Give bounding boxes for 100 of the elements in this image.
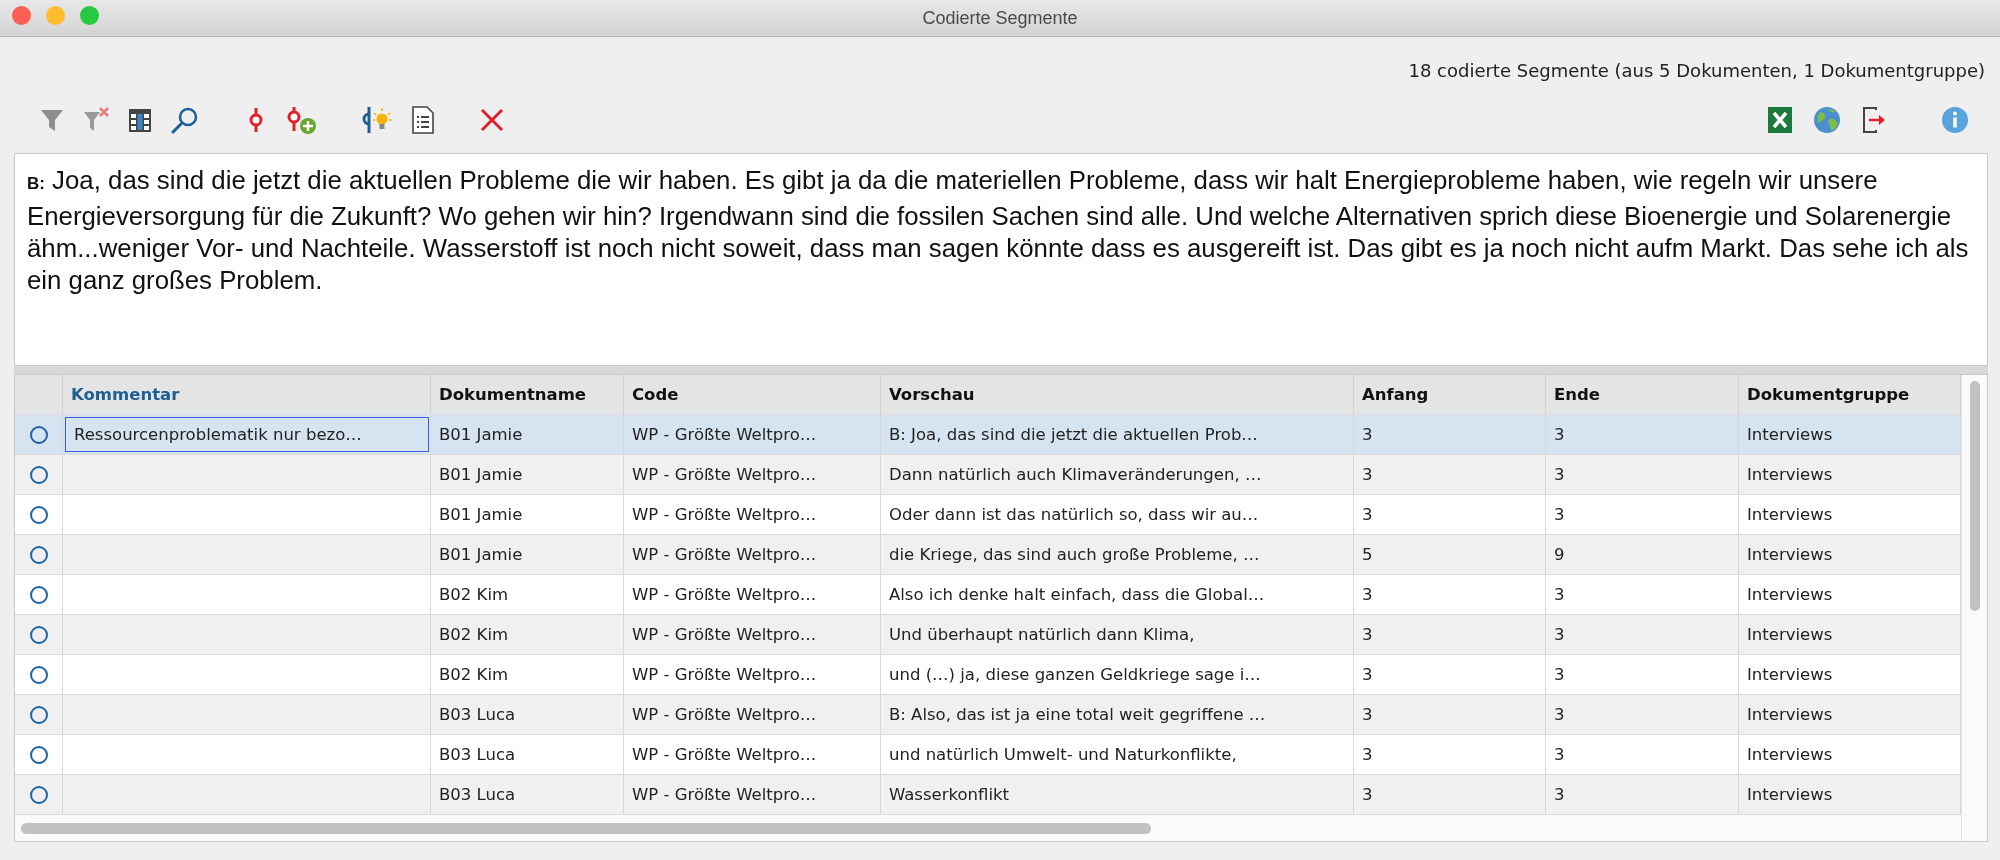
table-cell: WP - Größte Weltpro… (632, 745, 817, 764)
horizontal-scrollbar[interactable] (15, 815, 1961, 841)
circle-icon (29, 745, 48, 764)
table-cell: B: Also, das ist ja eine total weit gegriffene … (889, 705, 1266, 724)
table-row[interactable]: B03 Luca WP - Größte Weltpro… und natürlich Umwelt- und Naturkonflikte, 3 3 Interviews (15, 735, 1961, 775)
table-cell: 9 (1554, 545, 1565, 564)
table-cell: 3 (1554, 625, 1565, 644)
table-cell: 3 (1362, 465, 1373, 484)
table-cell: 3 (1554, 505, 1565, 524)
circle-icon (29, 665, 48, 684)
close-button[interactable] (12, 6, 31, 25)
column-header[interactable]: Vorschau (881, 375, 1354, 414)
table-cell: B03 Luca (439, 785, 516, 804)
table-cell: 3 (1554, 585, 1565, 604)
circle-icon (29, 785, 48, 804)
table-cell: Interviews (1747, 665, 1833, 684)
table-cell: Dann natürlich auch Klimaveränderungen, … (889, 465, 1262, 484)
table-cell: 3 (1362, 425, 1373, 444)
table-cell: Also ich denke halt einfach, dass die Global… (889, 585, 1265, 604)
table-row[interactable]: B01 Jamie WP - Größte Weltpro… Oder dann ist das natürlich so, dass wir au… 3 3 Interviews (15, 495, 1961, 535)
table-cell: WP - Größte Weltpro… (632, 785, 817, 804)
table-cell: WP - Größte Weltpro… (632, 545, 817, 564)
table-cell: 3 (1554, 745, 1565, 764)
table-row[interactable]: Ressourcenproblematik nur bezo… B01 Jamie WP - Größte Weltpro… B: Joa, das sind die jetzt die aktuellen Prob… 3 3 Interviews (15, 415, 1961, 455)
table-cell: B01 Jamie (439, 545, 523, 564)
zoom-button[interactable] (80, 6, 99, 25)
table-cell: WP - Größte Weltpro… (632, 505, 817, 524)
vertical-scrollbar[interactable] (1961, 375, 1987, 841)
table-cell: 3 (1554, 785, 1565, 804)
table-row[interactable]: B02 Kim WP - Größte Weltpro… Also ich denke halt einfach, dass die Global… 3 3 Interviews (15, 575, 1961, 615)
column-header[interactable]: Anfang (1354, 375, 1546, 414)
segment-count-summary: 18 codierte Segmente (aus 5 Dokumenten, 1 Dokumentgruppe) (1408, 60, 1985, 81)
circle-icon (29, 425, 48, 444)
table-cell: 3 (1362, 625, 1373, 644)
column-header[interactable]: Dokumentname (431, 375, 624, 414)
column-header[interactable]: Kommentar (63, 375, 431, 414)
table-row[interactable]: B02 Kim WP - Größte Weltpro… Und überhaupt natürlich dann Klima, 3 3 Interviews (15, 615, 1961, 655)
search-icon[interactable] (170, 105, 200, 135)
table-cell: B01 Jamie (439, 465, 523, 484)
code-lightbulb-icon[interactable] (360, 105, 394, 135)
table-row[interactable]: B01 Jamie WP - Größte Weltpro… Dann natürlich auch Klimaveränderungen, … 3 3 Interviews (15, 455, 1961, 495)
circle-icon (29, 545, 48, 564)
table-cell: Interviews (1747, 745, 1833, 764)
table-cell: Interviews (1747, 505, 1833, 524)
table-row[interactable]: B01 Jamie WP - Größte Weltpro… die Kriege, das sind auch große Probleme, … 5 9 Interviews (15, 535, 1961, 575)
table-cell: WP - Größte Weltpro… (632, 705, 817, 724)
table-row[interactable]: B03 Luca WP - Größte Weltpro… Wasserkonflikt 3 3 Interviews (15, 775, 1961, 815)
table-cell: WP - Größte Weltpro… (632, 625, 817, 644)
table-cell: Ressourcenproblematik nur bezo… (74, 425, 362, 444)
table-cell: 3 (1554, 665, 1565, 684)
table-cell: B03 Luca (439, 705, 516, 724)
column-header[interactable]: Code (624, 375, 881, 414)
table-cell: WP - Größte Weltpro… (632, 585, 817, 604)
circle-icon (29, 705, 48, 724)
table-cell: Oder dann ist das natürlich so, dass wir au… (889, 505, 1259, 524)
table-cell: die Kriege, das sind auch große Probleme, … (889, 545, 1260, 564)
table-cell: B: Joa, das sind die jetzt die aktuellen Prob… (889, 425, 1258, 444)
table-cell: B01 Jamie (439, 425, 523, 444)
table-columns-icon[interactable] (126, 106, 154, 134)
table-cell: 5 (1362, 545, 1373, 564)
table-cell: B02 Kim (439, 585, 509, 604)
table-cell: 3 (1554, 705, 1565, 724)
table-cell: WP - Größte Weltpro… (632, 425, 817, 444)
table-cell: WP - Größte Weltpro… (632, 465, 817, 484)
table-cell: B01 Jamie (439, 505, 523, 524)
table-cell: 3 (1362, 505, 1373, 524)
table-cell: WP - Größte Weltpro… (632, 665, 817, 684)
table-cell: und natürlich Umwelt- und Naturkonflikte, (889, 745, 1237, 764)
segment-text: B: Joa, das sind die jetzt die aktuellen Probleme die wir haben. Es gibt ja da die materiellen Probleme, dass wir halt Energieprobleme haben, wie regeln wir unsere Energieversorgung für die Zukunft? Wo gehen wir hin? Irgendwann sind die fossilen Sachen sind alle. Und welche Alternativen sprich diese Bioenergie und Solarenergie ähm...weniger Vor- und Nachteile. Wasserstoff ist noch nicht soweit, dass man sagen könnte dass es ausgereift ist. Das gibt es ja noch nicht aufm Markt. Das sehe ich als ein ganz großes Problem. (27, 165, 1970, 296)
window-title: Codierte Segmente (922, 7, 1078, 29)
table-cell: Und überhaupt natürlich dann Klima, (889, 625, 1195, 644)
table-cell: 3 (1362, 665, 1373, 684)
delete-icon[interactable] (478, 106, 506, 134)
table-row[interactable]: B03 Luca WP - Größte Weltpro… B: Also, das ist ja eine total weit gegriffene … 3 3 Interviews (15, 695, 1961, 735)
table-cell: und (…) ja, diese ganzen Geldkriege sage i… (889, 665, 1261, 684)
table-cell: 3 (1362, 585, 1373, 604)
circle-icon (29, 465, 48, 484)
table-cell: Interviews (1747, 785, 1833, 804)
table-cell: B02 Kim (439, 625, 509, 644)
add-code-marker-icon[interactable] (286, 105, 318, 135)
globe-icon[interactable] (1812, 105, 1842, 135)
table-cell: B02 Kim (439, 665, 509, 684)
column-header[interactable]: Ende (1546, 375, 1739, 414)
info-icon[interactable] (1940, 105, 1970, 135)
table-cell: 3 (1362, 785, 1373, 804)
table-cell: Interviews (1747, 705, 1833, 724)
table-cell: B03 Luca (439, 745, 516, 764)
table-cell: Interviews (1747, 585, 1833, 604)
document-list-icon[interactable] (410, 105, 436, 135)
table-row[interactable]: B02 Kim WP - Größte Weltpro… und (…) ja, diese ganzen Geldkriege sage i… 3 3 Interviews (15, 655, 1961, 695)
table-cell: Interviews (1747, 625, 1833, 644)
table-cell: Interviews (1747, 545, 1833, 564)
table-cell: Interviews (1747, 425, 1833, 444)
circle-icon (29, 505, 48, 524)
table-cell: 3 (1554, 425, 1565, 444)
circle-icon (29, 585, 48, 604)
table-cell: 3 (1362, 705, 1373, 724)
spreadsheet-export-icon[interactable] (1766, 105, 1794, 135)
remove-filter-icon[interactable] (82, 106, 110, 134)
circle-icon (29, 625, 48, 644)
